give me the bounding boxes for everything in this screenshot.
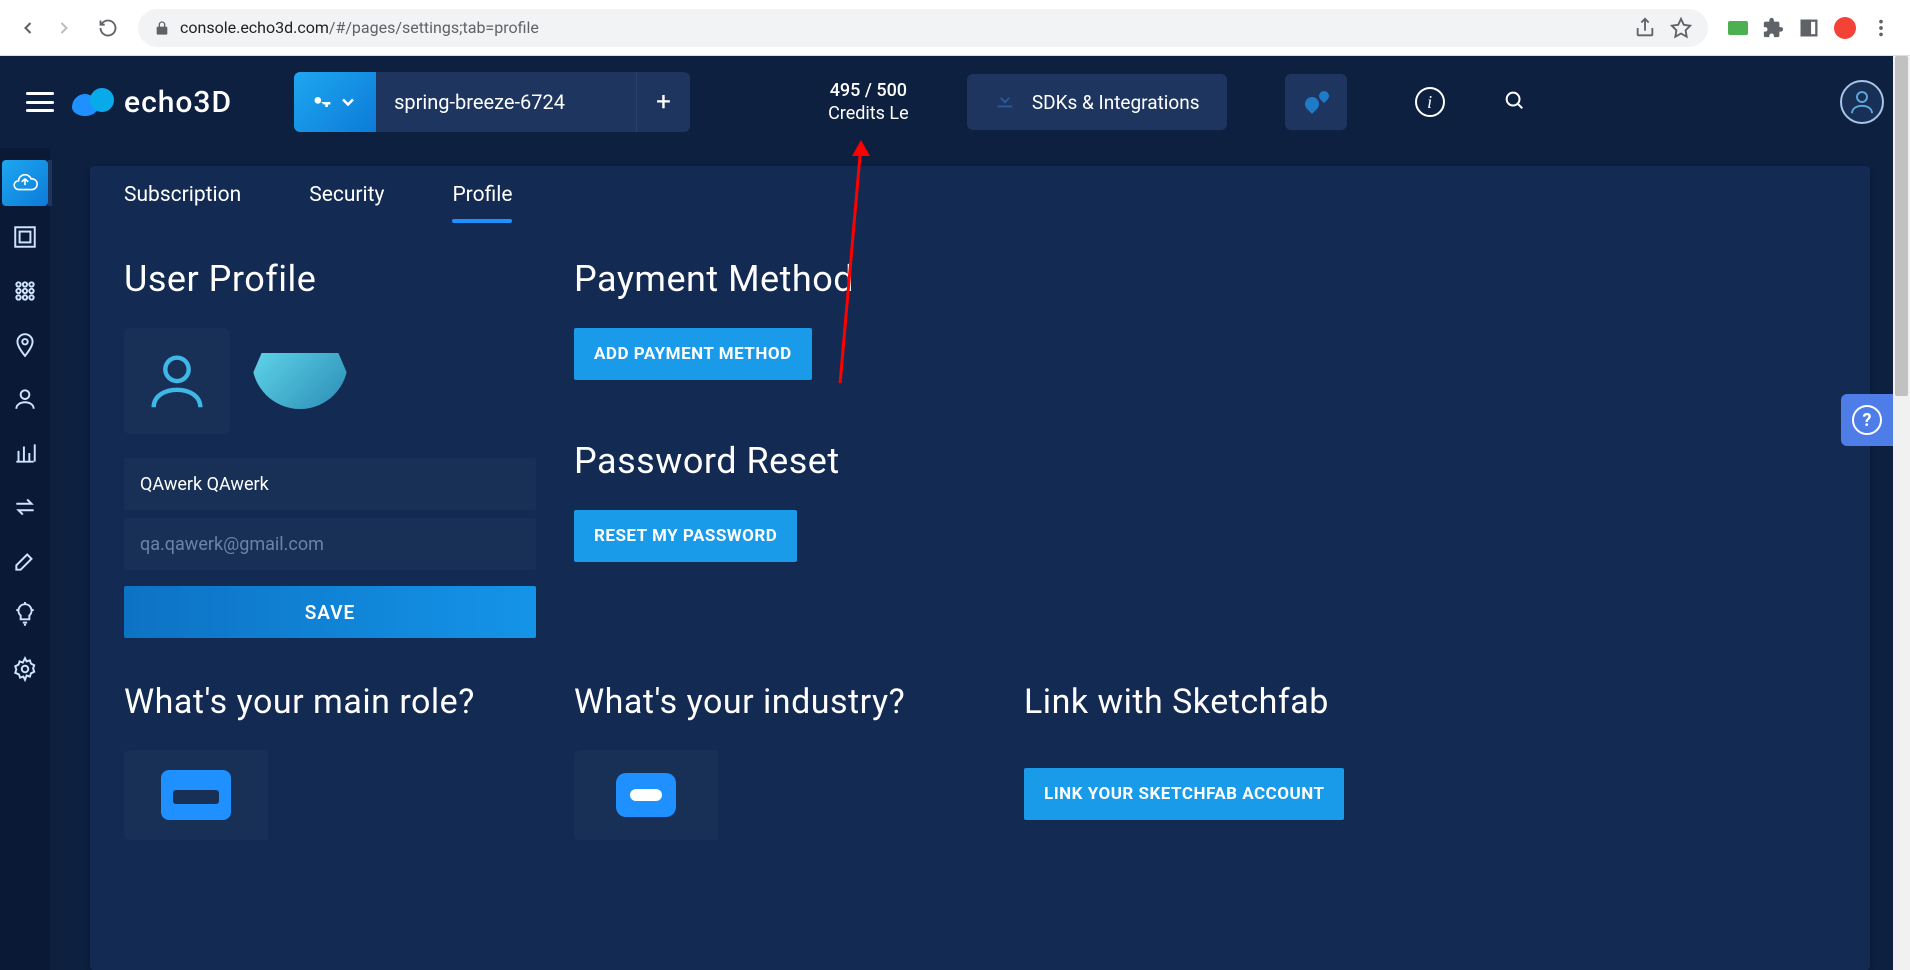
sidebar-item-apps[interactable] xyxy=(2,268,48,314)
sidebar-item-cloud[interactable] xyxy=(2,160,48,206)
sdk-label: SDKs & Integrations xyxy=(1032,91,1200,114)
question-mark-icon: ? xyxy=(1852,405,1882,435)
extension-red-icon[interactable] xyxy=(1834,17,1856,39)
browser-url-bar[interactable]: console.echo3d.com/#/pages/settings;tab=… xyxy=(138,9,1708,47)
logo-text: echo3D xyxy=(124,85,232,120)
industry-section: What's your industry? xyxy=(574,682,1024,840)
gear-icon xyxy=(12,656,38,682)
industry-icon xyxy=(616,773,676,817)
avatar-placeholder-icon xyxy=(142,346,212,416)
lightbulb-icon xyxy=(12,602,38,628)
dots-grid-icon xyxy=(12,278,38,304)
lock-icon xyxy=(154,20,170,36)
hamburger-menu[interactable] xyxy=(26,92,54,112)
theme-button[interactable] xyxy=(1285,74,1347,130)
sidebar-item-users[interactable] xyxy=(2,376,48,422)
download-icon xyxy=(994,89,1016,116)
industry-title: What's your industry? xyxy=(574,682,1024,722)
chart-icon xyxy=(12,440,38,466)
cloud-upload-icon xyxy=(12,170,38,196)
project-selector: spring-breeze-6724 + xyxy=(294,72,690,132)
payment-password-section: Payment Method ADD PAYMENT METHOD Passwo… xyxy=(574,258,1024,638)
add-project-button[interactable]: + xyxy=(636,72,690,132)
url-text: console.echo3d.com/#/pages/settings;tab=… xyxy=(180,18,539,37)
chevron-down-icon xyxy=(338,92,358,112)
credits-count: 495 / 500 xyxy=(828,79,909,102)
user-profile-title: User Profile xyxy=(124,258,574,300)
lower-sections: What's your main role? What's your indus… xyxy=(90,638,1870,840)
email-input[interactable] xyxy=(124,518,536,570)
role-title: What's your main role? xyxy=(124,682,574,722)
industry-card[interactable] xyxy=(574,750,718,840)
role-section: What's your main role? xyxy=(124,682,574,840)
info-button[interactable]: i xyxy=(1415,87,1445,117)
user-icon xyxy=(12,386,38,412)
share-icon[interactable] xyxy=(1634,17,1656,39)
sidebar-item-edit[interactable] xyxy=(2,538,48,584)
name-input[interactable] xyxy=(124,458,536,510)
scrollbar-thumb[interactable] xyxy=(1895,56,1908,396)
add-payment-button[interactable]: ADD PAYMENT METHOD xyxy=(574,328,812,380)
menu-dots-icon[interactable] xyxy=(1870,17,1892,39)
card-body: User Profile SAVE Payment Me xyxy=(90,224,1870,638)
panel-icon[interactable] xyxy=(1798,17,1820,39)
tabs: Subscription Security Profile xyxy=(90,166,1870,224)
user-profile-section: User Profile SAVE xyxy=(124,258,574,638)
sketchfab-section: Link with Sketchfab LINK YOUR SKETCHFAB … xyxy=(1024,682,1444,840)
droplets-icon xyxy=(1303,89,1329,115)
browser-reload-button[interactable] xyxy=(90,10,126,46)
logo[interactable]: echo3D xyxy=(72,85,232,120)
sidebar-item-analytics[interactable] xyxy=(2,430,48,476)
profile-avatar-main[interactable] xyxy=(124,328,230,434)
help-button[interactable]: ? xyxy=(1841,394,1893,446)
sidebar xyxy=(0,148,50,970)
edit-icon xyxy=(12,548,38,574)
link-sketchfab-button[interactable]: LINK YOUR SKETCHFAB ACCOUNT xyxy=(1024,768,1344,820)
settings-card: Subscription Security Profile User Profi… xyxy=(90,166,1870,970)
sdks-integrations-button[interactable]: SDKs & Integrations xyxy=(967,74,1227,130)
key-icon xyxy=(312,92,332,112)
app-body: Subscription Security Profile User Profi… xyxy=(0,148,1910,970)
credits-display: 495 / 500 Credits Le xyxy=(828,79,909,126)
save-button[interactable]: SAVE xyxy=(124,586,536,638)
extension-green-icon[interactable] xyxy=(1728,21,1748,35)
sidebar-item-settings[interactable] xyxy=(2,646,48,692)
map-pin-icon xyxy=(12,332,38,358)
browser-extensions xyxy=(1720,17,1900,39)
profile-avatars xyxy=(124,328,574,434)
transfer-icon xyxy=(12,494,38,520)
tab-subscription[interactable]: Subscription xyxy=(124,169,241,221)
scrollbar[interactable] xyxy=(1893,56,1910,970)
role-card[interactable] xyxy=(124,750,268,840)
app-header: echo3D spring-breeze-6724 + 495 / 500 Cr… xyxy=(0,56,1910,148)
extensions-icon[interactable] xyxy=(1762,17,1784,39)
payment-method-title: Payment Method xyxy=(574,258,1024,300)
profile-avatar-alt-icon[interactable] xyxy=(252,353,348,409)
project-name-display[interactable]: spring-breeze-6724 xyxy=(376,72,636,132)
search-icon xyxy=(1503,89,1525,111)
browser-chrome: console.echo3d.com/#/pages/settings;tab=… xyxy=(0,0,1910,56)
credits-label: Credits Le xyxy=(828,102,909,125)
sidebar-item-transfer[interactable] xyxy=(2,484,48,530)
grid-icon xyxy=(12,224,38,250)
reset-password-button[interactable]: RESET MY PASSWORD xyxy=(574,510,797,562)
search-button[interactable] xyxy=(1503,89,1525,115)
sidebar-item-tips[interactable] xyxy=(2,592,48,638)
avatar-icon xyxy=(1847,87,1877,117)
tab-profile[interactable]: Profile xyxy=(452,169,512,221)
browser-back-button[interactable] xyxy=(10,10,46,46)
app-root: echo3D spring-breeze-6724 + 495 / 500 Cr… xyxy=(0,56,1910,970)
browser-forward-button[interactable] xyxy=(46,10,82,46)
content-area: Subscription Security Profile User Profi… xyxy=(50,148,1910,970)
user-avatar-button[interactable] xyxy=(1840,80,1884,124)
logo-mark-icon xyxy=(72,88,114,116)
password-reset-title: Password Reset xyxy=(574,440,1024,482)
sidebar-item-locations[interactable] xyxy=(2,322,48,368)
sketchfab-title: Link with Sketchfab xyxy=(1024,682,1444,722)
role-icon xyxy=(161,770,231,820)
api-key-dropdown[interactable] xyxy=(294,72,376,132)
tab-security[interactable]: Security xyxy=(309,169,384,221)
star-icon[interactable] xyxy=(1670,17,1692,39)
sidebar-item-assets[interactable] xyxy=(2,214,48,260)
